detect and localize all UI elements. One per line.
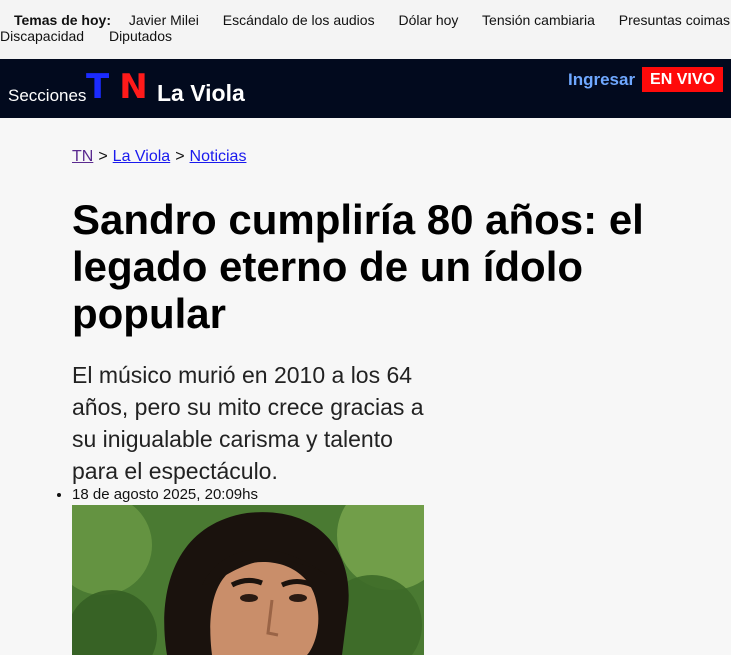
article-meta: 18 de agosto 2025, 20:09hs (56, 486, 258, 503)
topic-link-dolar-hoy[interactable]: Dólar hoy (398, 12, 458, 28)
section-name[interactable]: La Viola (157, 80, 245, 107)
topic-link-tension-cambiaria[interactable]: Tensión cambiaria (482, 12, 595, 28)
breadcrumb-separator: > (98, 148, 108, 165)
sections-menu-button[interactable]: Secciones (8, 86, 86, 106)
topic-link-javier-milei[interactable]: Javier Milei (129, 12, 199, 28)
logo-letter-n: N (119, 67, 148, 107)
site-header: Secciones TN La Viola Ingresar EN VIVO (0, 59, 731, 118)
topic-link-escandalo-audios[interactable]: Escándalo de los audios (223, 12, 375, 28)
breadcrumb-link-la-viola[interactable]: La Viola (113, 148, 171, 165)
portrait-image (72, 505, 424, 655)
breadcrumb-link-noticias[interactable]: Noticias (190, 148, 247, 165)
live-button[interactable]: EN VIVO (642, 67, 723, 92)
article-subtitle: El músico murió en 2010 a los 64 años, p… (72, 362, 424, 484)
topics-label: Temas de hoy: (14, 12, 111, 28)
breadcrumb: TN > La Viola > Noticias (72, 148, 246, 166)
topic-link-presuntas-coimas[interactable]: Presuntas coimas en (619, 12, 731, 28)
login-button[interactable]: Ingresar (568, 70, 635, 90)
logo-letter-t: T (86, 67, 110, 107)
article-date: 18 de agosto 2025, 20:09hs (72, 486, 258, 503)
article-photo[interactable] (72, 505, 424, 655)
breadcrumb-link-tn[interactable]: TN (72, 148, 93, 165)
tn-logo[interactable]: TN (86, 67, 148, 107)
topic-link-discapacidad[interactable]: Discapacidad (0, 28, 84, 44)
article-title: Sandro cumpliría 80 años: el legado eter… (72, 196, 644, 337)
topic-link-diputados[interactable]: Diputados (109, 28, 172, 44)
breadcrumb-separator: > (175, 148, 185, 165)
topics-bar: Temas de hoy: Javier Milei Escándalo de … (0, 0, 731, 59)
